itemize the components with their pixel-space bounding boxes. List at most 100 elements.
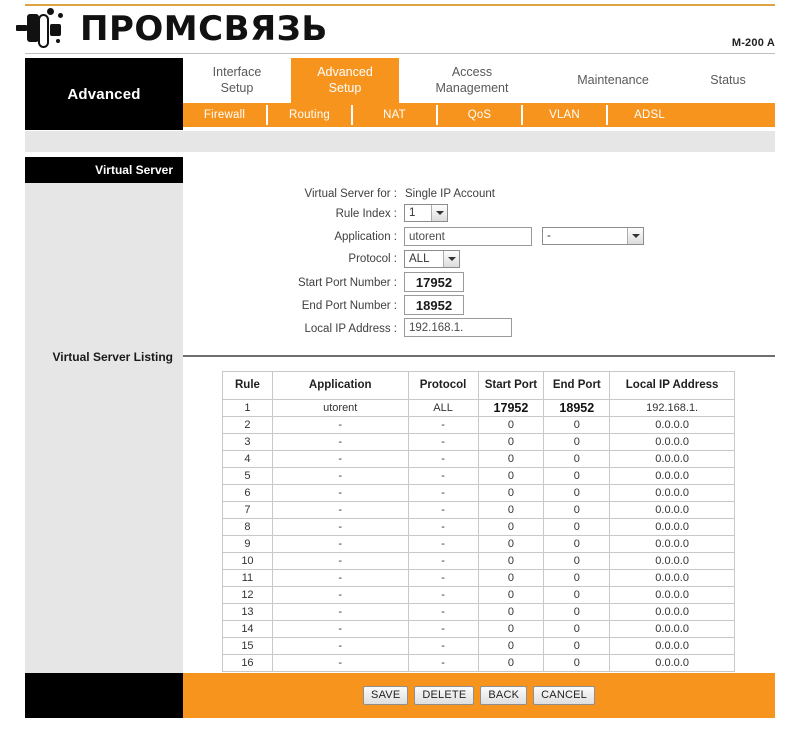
subtab-adsl[interactable]: ADSL: [608, 103, 691, 127]
sidebar-item-virtual-server[interactable]: Virtual Server: [25, 157, 183, 183]
cell-application: -: [271, 603, 409, 621]
subtab-qos[interactable]: QoS: [438, 103, 521, 127]
listing-divider: [183, 355, 775, 357]
local-ip-label: Local IP Address :: [304, 323, 397, 335]
cell-local-ip: 0.0.0.0: [609, 501, 735, 519]
application-input[interactable]: utorent: [404, 227, 532, 246]
application-preset-value: -: [543, 228, 627, 244]
cell-application: -: [271, 552, 409, 570]
cancel-button[interactable]: CANCEL: [533, 686, 595, 705]
cell-start-port: 0: [477, 467, 545, 485]
tab-access-management[interactable]: Access Management: [399, 58, 545, 103]
cell-rule: 6: [222, 484, 273, 502]
table-row: 12- -0 0 0.0.0.0: [222, 586, 735, 604]
chevron-down-icon[interactable]: [627, 228, 643, 244]
cell-rule: 9: [222, 535, 273, 553]
cell-local-ip: 0.0.0.0: [609, 586, 735, 604]
tab-status[interactable]: Status: [681, 58, 775, 103]
cell-rule: 7: [222, 501, 273, 519]
cell-application: -: [271, 637, 409, 655]
cell-start-port: 0: [477, 518, 545, 536]
cell-protocol: -: [407, 637, 479, 655]
main-tab-bar: Advanced Interface Setup Advanced Setup …: [25, 58, 775, 130]
cell-local-ip: 0.0.0.0: [609, 416, 735, 434]
subtab-routing[interactable]: Routing: [268, 103, 351, 127]
cell-local-ip: 0.0.0.0: [609, 467, 735, 485]
start-port-input[interactable]: 17952: [404, 272, 464, 292]
protocol-label: Protocol :: [348, 253, 397, 265]
cell-rule: 15: [222, 637, 273, 655]
tab-maintenance[interactable]: Maintenance: [545, 58, 681, 103]
subtab-vlan[interactable]: VLAN: [523, 103, 606, 127]
cell-start-port: 0: [477, 654, 545, 672]
cell-end-port: 18952: [543, 399, 611, 417]
brand-header: ПРОМСВЯЗЬ M-200 A: [0, 6, 800, 52]
cell-start-port: 0: [477, 501, 545, 519]
cell-start-port: 0: [477, 586, 545, 604]
cell-end-port: 0: [543, 433, 611, 451]
cell-rule: 13: [222, 603, 273, 621]
cell-application: -: [271, 484, 409, 502]
tab-interface-setup[interactable]: Interface Setup: [183, 58, 291, 103]
router-admin-page: ПРОМСВЯЗЬ M-200 A Advanced Interface Set…: [0, 0, 800, 730]
cell-protocol: -: [407, 450, 479, 468]
tab-access-management-line1: Access: [451, 64, 493, 79]
cell-local-ip: 192.168.1.: [609, 399, 735, 417]
cell-end-port: 0: [543, 569, 611, 587]
cell-protocol: -: [407, 603, 479, 621]
cell-start-port: 0: [477, 484, 545, 502]
table-row: 5- -0 0 0.0.0.0: [222, 467, 735, 485]
application-preset-select[interactable]: -: [542, 227, 644, 245]
cell-protocol: -: [407, 501, 479, 519]
cell-protocol: -: [407, 586, 479, 604]
subtab-nat[interactable]: NAT: [353, 103, 436, 127]
chevron-down-icon[interactable]: [443, 251, 459, 267]
protocol-select[interactable]: ALL: [404, 250, 460, 268]
table-row: 3- -0 0 0.0.0.0: [222, 433, 735, 451]
rule-index-select[interactable]: 1: [404, 204, 448, 222]
cell-application: -: [271, 654, 409, 672]
cell-application: -: [271, 518, 409, 536]
col-header-end-port: End Port: [543, 371, 611, 400]
delete-button[interactable]: DELETE: [414, 686, 475, 705]
cell-rule: 8: [222, 518, 273, 536]
subtab-firewall[interactable]: Firewall: [183, 103, 266, 127]
cell-start-port: 17952: [477, 399, 545, 417]
cell-local-ip: 0.0.0.0: [609, 518, 735, 536]
cell-rule: 3: [222, 433, 273, 451]
tab-status-label: Status: [710, 72, 746, 87]
cell-end-port: 0: [543, 416, 611, 434]
left-sidebar: [25, 157, 183, 673]
cell-start-port: 0: [477, 637, 545, 655]
promsvyaz-logo-icon: [16, 8, 78, 50]
save-button[interactable]: SAVE: [363, 686, 409, 705]
col-header-application: Application: [271, 371, 409, 400]
chevron-down-icon[interactable]: [431, 205, 447, 221]
table-row: 2- -0 0 0.0.0.0: [222, 416, 735, 434]
cell-start-port: 0: [477, 620, 545, 638]
cell-end-port: 0: [543, 654, 611, 672]
cell-end-port: 0: [543, 603, 611, 621]
local-ip-input[interactable]: 192.168.1.: [404, 318, 512, 337]
back-button[interactable]: BACK: [480, 686, 528, 705]
table-row: 11- -0 0 0.0.0.0: [222, 569, 735, 587]
tab-advanced-setup[interactable]: Advanced Setup: [291, 58, 399, 103]
cell-start-port: 0: [477, 569, 545, 587]
cell-local-ip: 0.0.0.0: [609, 535, 735, 553]
cell-start-port: 0: [477, 450, 545, 468]
cell-protocol: ALL: [407, 399, 479, 417]
end-port-input[interactable]: 18952: [404, 295, 464, 315]
cell-end-port: 0: [543, 552, 611, 570]
table-row: 4- -0 0 0.0.0.0: [222, 450, 735, 468]
cell-end-port: 0: [543, 501, 611, 519]
virtual-server-for-label: Virtual Server for :: [304, 188, 397, 200]
col-header-protocol: Protocol: [407, 371, 479, 400]
cell-rule: 1: [222, 399, 273, 417]
cell-application: -: [271, 586, 409, 604]
cell-application: -: [271, 450, 409, 468]
section-title-advanced: Advanced: [25, 58, 183, 130]
cell-start-port: 0: [477, 552, 545, 570]
cell-protocol: -: [407, 620, 479, 638]
sidebar-item-virtual-server-listing[interactable]: Virtual Server Listing: [25, 348, 183, 366]
cell-application: -: [271, 416, 409, 434]
